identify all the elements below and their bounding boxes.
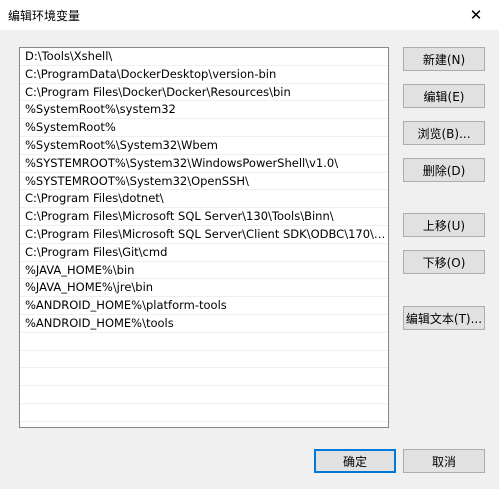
path-list-item[interactable]: %SYSTEMROOT%\System32\OpenSSH\	[20, 173, 388, 191]
path-list-item[interactable]: C:\Program Files\dotnet\	[20, 190, 388, 209]
path-list-item[interactable]: %JAVA_HOME%\jre\bin	[20, 279, 388, 298]
path-list-item[interactable]: C:\ProgramData\DockerDesktop\version-bin	[20, 66, 388, 84]
edit-button[interactable]: 编辑(E)	[403, 84, 485, 108]
edit-text-button[interactable]: 编辑文本(T)...	[403, 306, 485, 330]
path-list-item[interactable]: D:\Tools\Xshell\	[20, 48, 388, 66]
path-list-item[interactable]: %SystemRoot%\System32\Wbem	[20, 137, 388, 155]
ok-button[interactable]: 确定	[314, 449, 396, 473]
path-list-item[interactable]: C:\Program Files\Microsoft SQL Server\Cl…	[20, 226, 388, 244]
path-list-item[interactable]: %SYSTEMROOT%\System32\WindowsPowerShell\…	[20, 155, 388, 173]
path-list-item[interactable]: C:\Program Files\Git\cmd	[20, 244, 388, 262]
path-list-item[interactable]: %ANDROID_HOME%\tools	[20, 315, 388, 333]
path-list-item[interactable]: C:\Program Files\Docker\Docker\Resources…	[20, 84, 388, 102]
path-list-empty-row[interactable]	[20, 333, 388, 351]
move-down-button[interactable]: 下移(O)	[403, 250, 485, 274]
close-icon[interactable]: ✕	[453, 0, 499, 30]
path-list-item[interactable]: %SystemRoot%	[20, 119, 388, 137]
cancel-button[interactable]: 取消	[403, 449, 485, 473]
path-list-item[interactable]: %JAVA_HOME%\bin	[20, 262, 388, 280]
path-list[interactable]: D:\Tools\Xshell\ C:\ProgramData\DockerDes…	[19, 47, 389, 428]
path-list-item[interactable]: %ANDROID_HOME%\platform-tools	[20, 297, 388, 315]
path-list-item[interactable]: C:\Program Files\Microsoft SQL Server\13…	[20, 208, 388, 226]
window-title: 编辑环境变量	[8, 9, 81, 23]
delete-button[interactable]: 删除(D)	[403, 158, 485, 182]
path-list-item[interactable]: %SystemRoot%\system32	[20, 101, 388, 120]
browse-button[interactable]: 浏览(B)...	[403, 121, 485, 145]
title-bar: 编辑环境变量 ✕	[0, 0, 499, 30]
move-up-button[interactable]: 上移(U)	[403, 213, 485, 237]
path-list-empty-row[interactable]	[20, 351, 388, 369]
path-list-empty-row[interactable]	[20, 368, 388, 387]
dialog-body: D:\Tools\Xshell\ C:\ProgramData\DockerDes…	[0, 30, 499, 489]
path-list-empty-row[interactable]	[20, 386, 388, 404]
path-list-empty-row[interactable]	[20, 404, 388, 422]
new-button[interactable]: 新建(N)	[403, 47, 485, 71]
